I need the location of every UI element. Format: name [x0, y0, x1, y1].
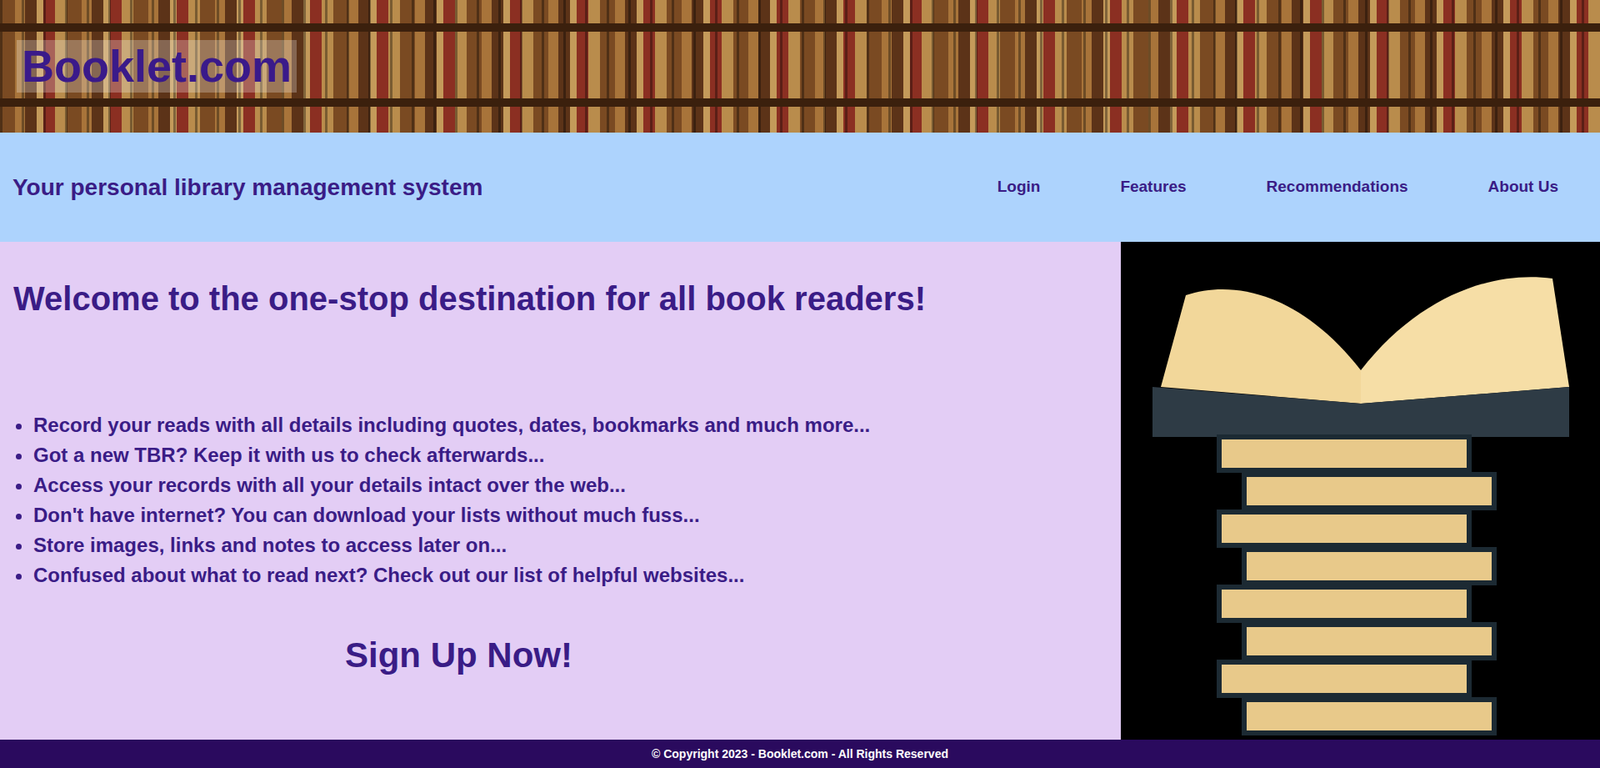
feature-list: Record your reads with all details inclu…	[13, 410, 1108, 590]
feature-item: Record your reads with all details inclu…	[33, 410, 1108, 440]
nav-links: Login Features Recommendations About Us	[997, 175, 1589, 200]
feature-item: Confused about what to read next? Check …	[33, 560, 1108, 590]
header-banner: Booklet.com	[0, 0, 1600, 133]
feature-item: Don't have internet? You can download yo…	[33, 500, 1108, 530]
navbar: Your personal library management system L…	[0, 132, 1600, 242]
nav-link[interactable]: Login	[997, 175, 1041, 200]
feature-item: Access your records with all your detail…	[33, 470, 1108, 500]
nav-link[interactable]: About Us	[1488, 175, 1559, 200]
welcome-panel: Welcome to the one-stop destination for …	[0, 241, 1121, 740]
footer: © Copyright 2023 - Booklet.com - All Rig…	[0, 739, 1600, 768]
books-picture	[1120, 241, 1600, 740]
nav-link[interactable]: Recommendations	[1266, 175, 1409, 200]
nav-link[interactable]: Features	[1120, 175, 1186, 200]
main-section: Welcome to the one-stop destination for …	[0, 241, 1600, 740]
site-logo[interactable]: Booklet.com	[16, 40, 297, 92]
feature-item: Got a new TBR? Keep it with us to check …	[33, 440, 1108, 470]
tagline: Your personal library management system	[12, 170, 483, 205]
book-stack-icon	[1135, 245, 1586, 737]
signup-button[interactable]: Sign Up Now!	[345, 628, 573, 681]
welcome-heading: Welcome to the one-stop destination for …	[13, 278, 1108, 319]
feature-item: Store images, links and notes to access …	[33, 530, 1108, 560]
